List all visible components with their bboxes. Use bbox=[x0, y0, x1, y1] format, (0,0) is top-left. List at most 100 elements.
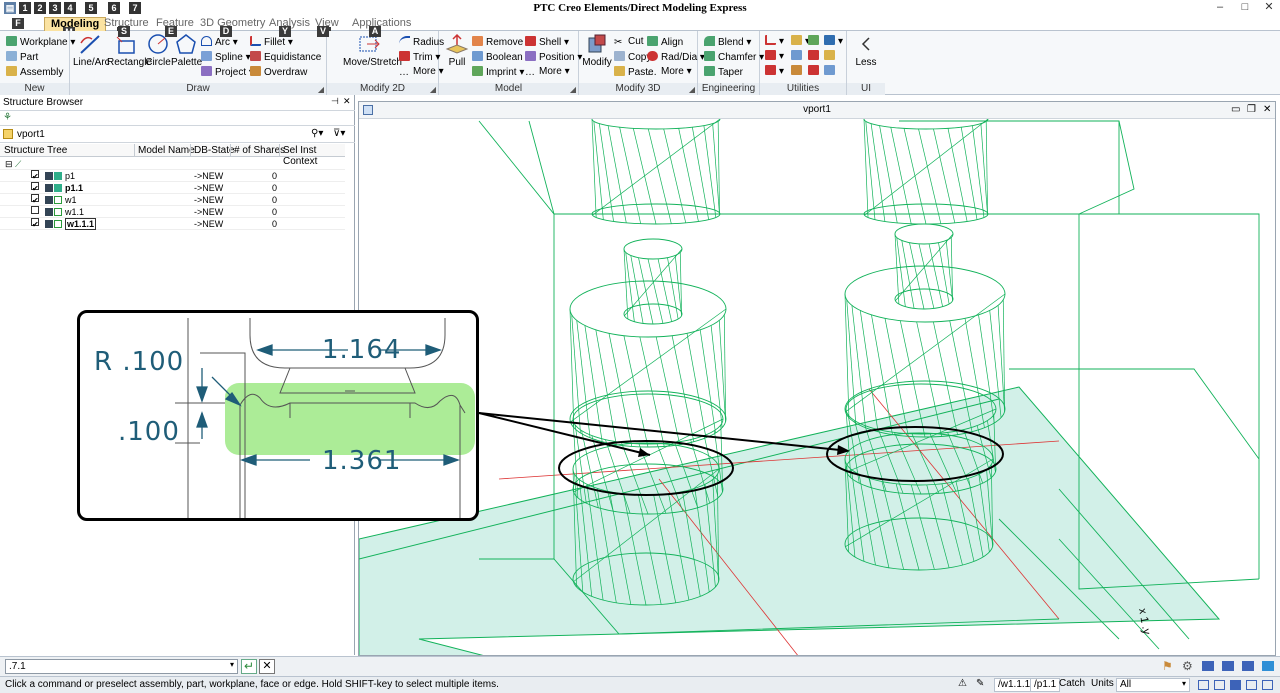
imprint-button[interactable]: Imprint ▾ bbox=[472, 66, 524, 79]
blend-button[interactable]: Blend ▾ bbox=[704, 36, 751, 49]
model-expand-icon[interactable]: ◢ bbox=[570, 85, 576, 94]
viewport-minimize-icon[interactable]: ▭ bbox=[1231, 102, 1240, 118]
cut-button[interactable]: ✂ Cut bbox=[614, 36, 644, 48]
table-row[interactable]: ✔ w1.1.1 ->NEW 0 bbox=[0, 218, 345, 230]
catch-button[interactable]: Catch bbox=[1056, 678, 1088, 692]
workplane-button[interactable]: Workplane ▾ bbox=[6, 36, 75, 49]
selection-filter[interactable]: All bbox=[1116, 678, 1190, 692]
part-button[interactable]: Part bbox=[6, 51, 38, 64]
close-panel-icon[interactable]: ✕ bbox=[343, 96, 351, 107]
pencil-icon[interactable]: ✎ bbox=[976, 678, 984, 689]
boolean-button[interactable]: Boolean ▾ bbox=[472, 51, 531, 64]
trim-button[interactable]: Trim ▾ bbox=[399, 51, 440, 64]
util-table-icon[interactable] bbox=[824, 65, 838, 78]
model-more-button[interactable]: … More ▾ bbox=[525, 66, 570, 78]
visibility-checkbox[interactable]: ✔ bbox=[31, 218, 39, 229]
remove-button[interactable]: Remove ▾ bbox=[472, 36, 531, 49]
model-canvas[interactable]: x 1 .y bbox=[359, 119, 1276, 656]
fillet-button[interactable]: Fillet ▾ bbox=[250, 36, 293, 49]
tree-node-label[interactable]: w1.1.1 bbox=[65, 218, 97, 230]
project-button[interactable]: Project ▾ bbox=[201, 66, 254, 79]
units-button[interactable]: Units bbox=[1088, 678, 1117, 692]
command-dropdown-icon[interactable]: ▾ bbox=[230, 660, 234, 669]
util-graph-icon[interactable] bbox=[808, 35, 822, 48]
table-row[interactable]: ✔ p1.1 ->NEW 0 bbox=[0, 182, 345, 194]
chamfer-button[interactable]: Chamfer ▾ bbox=[704, 51, 764, 64]
util-check-icon[interactable] bbox=[808, 50, 822, 63]
equidistance-button[interactable]: Equidistance bbox=[250, 51, 321, 64]
line-arc-button[interactable]: Line/Arc bbox=[73, 33, 110, 68]
tree-node-label[interactable]: w1 bbox=[65, 194, 77, 206]
visibility-checkbox[interactable]: ✔ bbox=[31, 194, 39, 205]
viewport-restore-icon[interactable]: ❐ bbox=[1247, 102, 1256, 118]
copy-button[interactable]: Copy bbox=[614, 51, 651, 64]
tree-root-row[interactable]: ⊟ ⟋ bbox=[0, 158, 345, 170]
view-tool-icon-3[interactable] bbox=[1202, 661, 1214, 671]
tree-icon[interactable]: ⚘ bbox=[3, 112, 12, 123]
status-icon-4[interactable] bbox=[1246, 680, 1257, 690]
filter-dropdown-icon[interactable]: ▾ bbox=[1182, 679, 1186, 688]
vport-selector[interactable]: vport1 ⚲▾ ⊽▾ bbox=[0, 126, 355, 143]
align-button[interactable]: Align bbox=[647, 36, 683, 49]
modify2d-expand-icon[interactable]: ◢ bbox=[430, 85, 436, 94]
overdraw-button[interactable]: Overdraw bbox=[250, 66, 307, 79]
collapse-icon[interactable]: ⊟ bbox=[5, 158, 13, 170]
table-row[interactable]: w1.1 ->NEW 0 bbox=[0, 206, 345, 218]
view-tool-icon-2[interactable]: ⚙ bbox=[1182, 659, 1193, 673]
view-tool-icon-4[interactable] bbox=[1222, 661, 1234, 671]
rectangle-button[interactable]: Rectangle bbox=[107, 33, 152, 68]
view-tool-icon-6[interactable] bbox=[1262, 661, 1274, 671]
util-tools-icon[interactable] bbox=[808, 65, 822, 78]
maximize-icon[interactable]: □ bbox=[1238, 2, 1252, 14]
assembly-button[interactable]: Assembly bbox=[6, 66, 63, 79]
position-button[interactable]: Position ▾ bbox=[525, 51, 582, 64]
util-screen-icon[interactable]: ▾ bbox=[824, 35, 843, 48]
col-shares[interactable]: # of Shares bbox=[234, 145, 285, 156]
status-icon-5[interactable] bbox=[1262, 680, 1273, 690]
tab-applications[interactable]: Applications bbox=[346, 17, 417, 31]
move-stretch-button[interactable]: Move/Stretch bbox=[343, 33, 402, 68]
cancel-icon[interactable]: ✕ bbox=[259, 659, 275, 674]
viewport-window[interactable]: vport1 ▭ ❐ ✕ x 1 .y bbox=[358, 101, 1276, 656]
rad-dia-button[interactable]: Rad/Dia ▾ bbox=[647, 51, 705, 64]
col-db-state[interactable]: DB-State bbox=[194, 145, 235, 156]
util-image-icon[interactable] bbox=[824, 50, 838, 63]
arc-button[interactable]: Arc ▾ bbox=[201, 36, 238, 49]
modify3d-expand-icon[interactable]: ◢ bbox=[689, 85, 695, 94]
enter-icon[interactable]: ↵ bbox=[241, 659, 257, 674]
filter-icon[interactable]: ⊽▾ bbox=[333, 128, 345, 139]
util-group-icon[interactable] bbox=[791, 50, 805, 63]
pin-icon[interactable]: ⊣ bbox=[331, 96, 339, 107]
tab-modeling[interactable]: Modeling bbox=[44, 17, 107, 31]
spline-button[interactable]: Spline ▾ bbox=[201, 51, 251, 64]
util-section-icon[interactable]: ▾ bbox=[765, 65, 784, 78]
palette-button[interactable]: Palette bbox=[171, 33, 202, 68]
table-row[interactable]: ✔ w1 ->NEW 0 bbox=[0, 194, 345, 206]
util-measure-icon[interactable]: ▾ bbox=[765, 35, 784, 48]
viewport-close-icon[interactable]: ✕ bbox=[1263, 102, 1271, 118]
tab-3d-geometry[interactable]: 3D Geometry bbox=[194, 17, 271, 31]
pull-button[interactable]: Pull bbox=[443, 33, 471, 68]
tree-node-label[interactable]: w1.1 bbox=[65, 206, 84, 218]
taper-button[interactable]: Taper bbox=[704, 66, 743, 79]
view-tool-icon-5[interactable] bbox=[1242, 661, 1254, 671]
view-tool-icon-1[interactable]: ⚑ bbox=[1162, 659, 1173, 673]
status-icon-1[interactable] bbox=[1198, 680, 1209, 690]
radius-button[interactable]: Radius bbox=[399, 36, 444, 49]
visibility-checkbox[interactable]: ✔ bbox=[31, 170, 39, 181]
modify2d-more-button[interactable]: … More ▾ bbox=[399, 66, 444, 78]
binoculars-icon[interactable]: ⚲▾ bbox=[311, 128, 323, 139]
command-input[interactable] bbox=[5, 659, 238, 674]
minimize-icon[interactable]: – bbox=[1213, 2, 1227, 14]
modify3d-more-button[interactable]: … More ▾ bbox=[647, 66, 692, 78]
warning-icon[interactable]: ⚠ bbox=[958, 678, 967, 689]
visibility-checkbox[interactable]: ✔ bbox=[31, 182, 39, 193]
modify-button[interactable]: Modify bbox=[581, 33, 613, 68]
table-row[interactable]: ✔ p1 ->NEW 0 bbox=[0, 170, 345, 182]
less-button[interactable]: Less bbox=[851, 33, 881, 68]
util-part-icon[interactable] bbox=[791, 65, 805, 78]
current-workplane[interactable]: /w1.1.1 bbox=[994, 678, 1035, 692]
col-structure-tree[interactable]: Structure Tree bbox=[4, 145, 67, 156]
col-model-name[interactable]: Model Name bbox=[138, 145, 195, 156]
draw-expand-icon[interactable]: ◢ bbox=[318, 85, 324, 94]
